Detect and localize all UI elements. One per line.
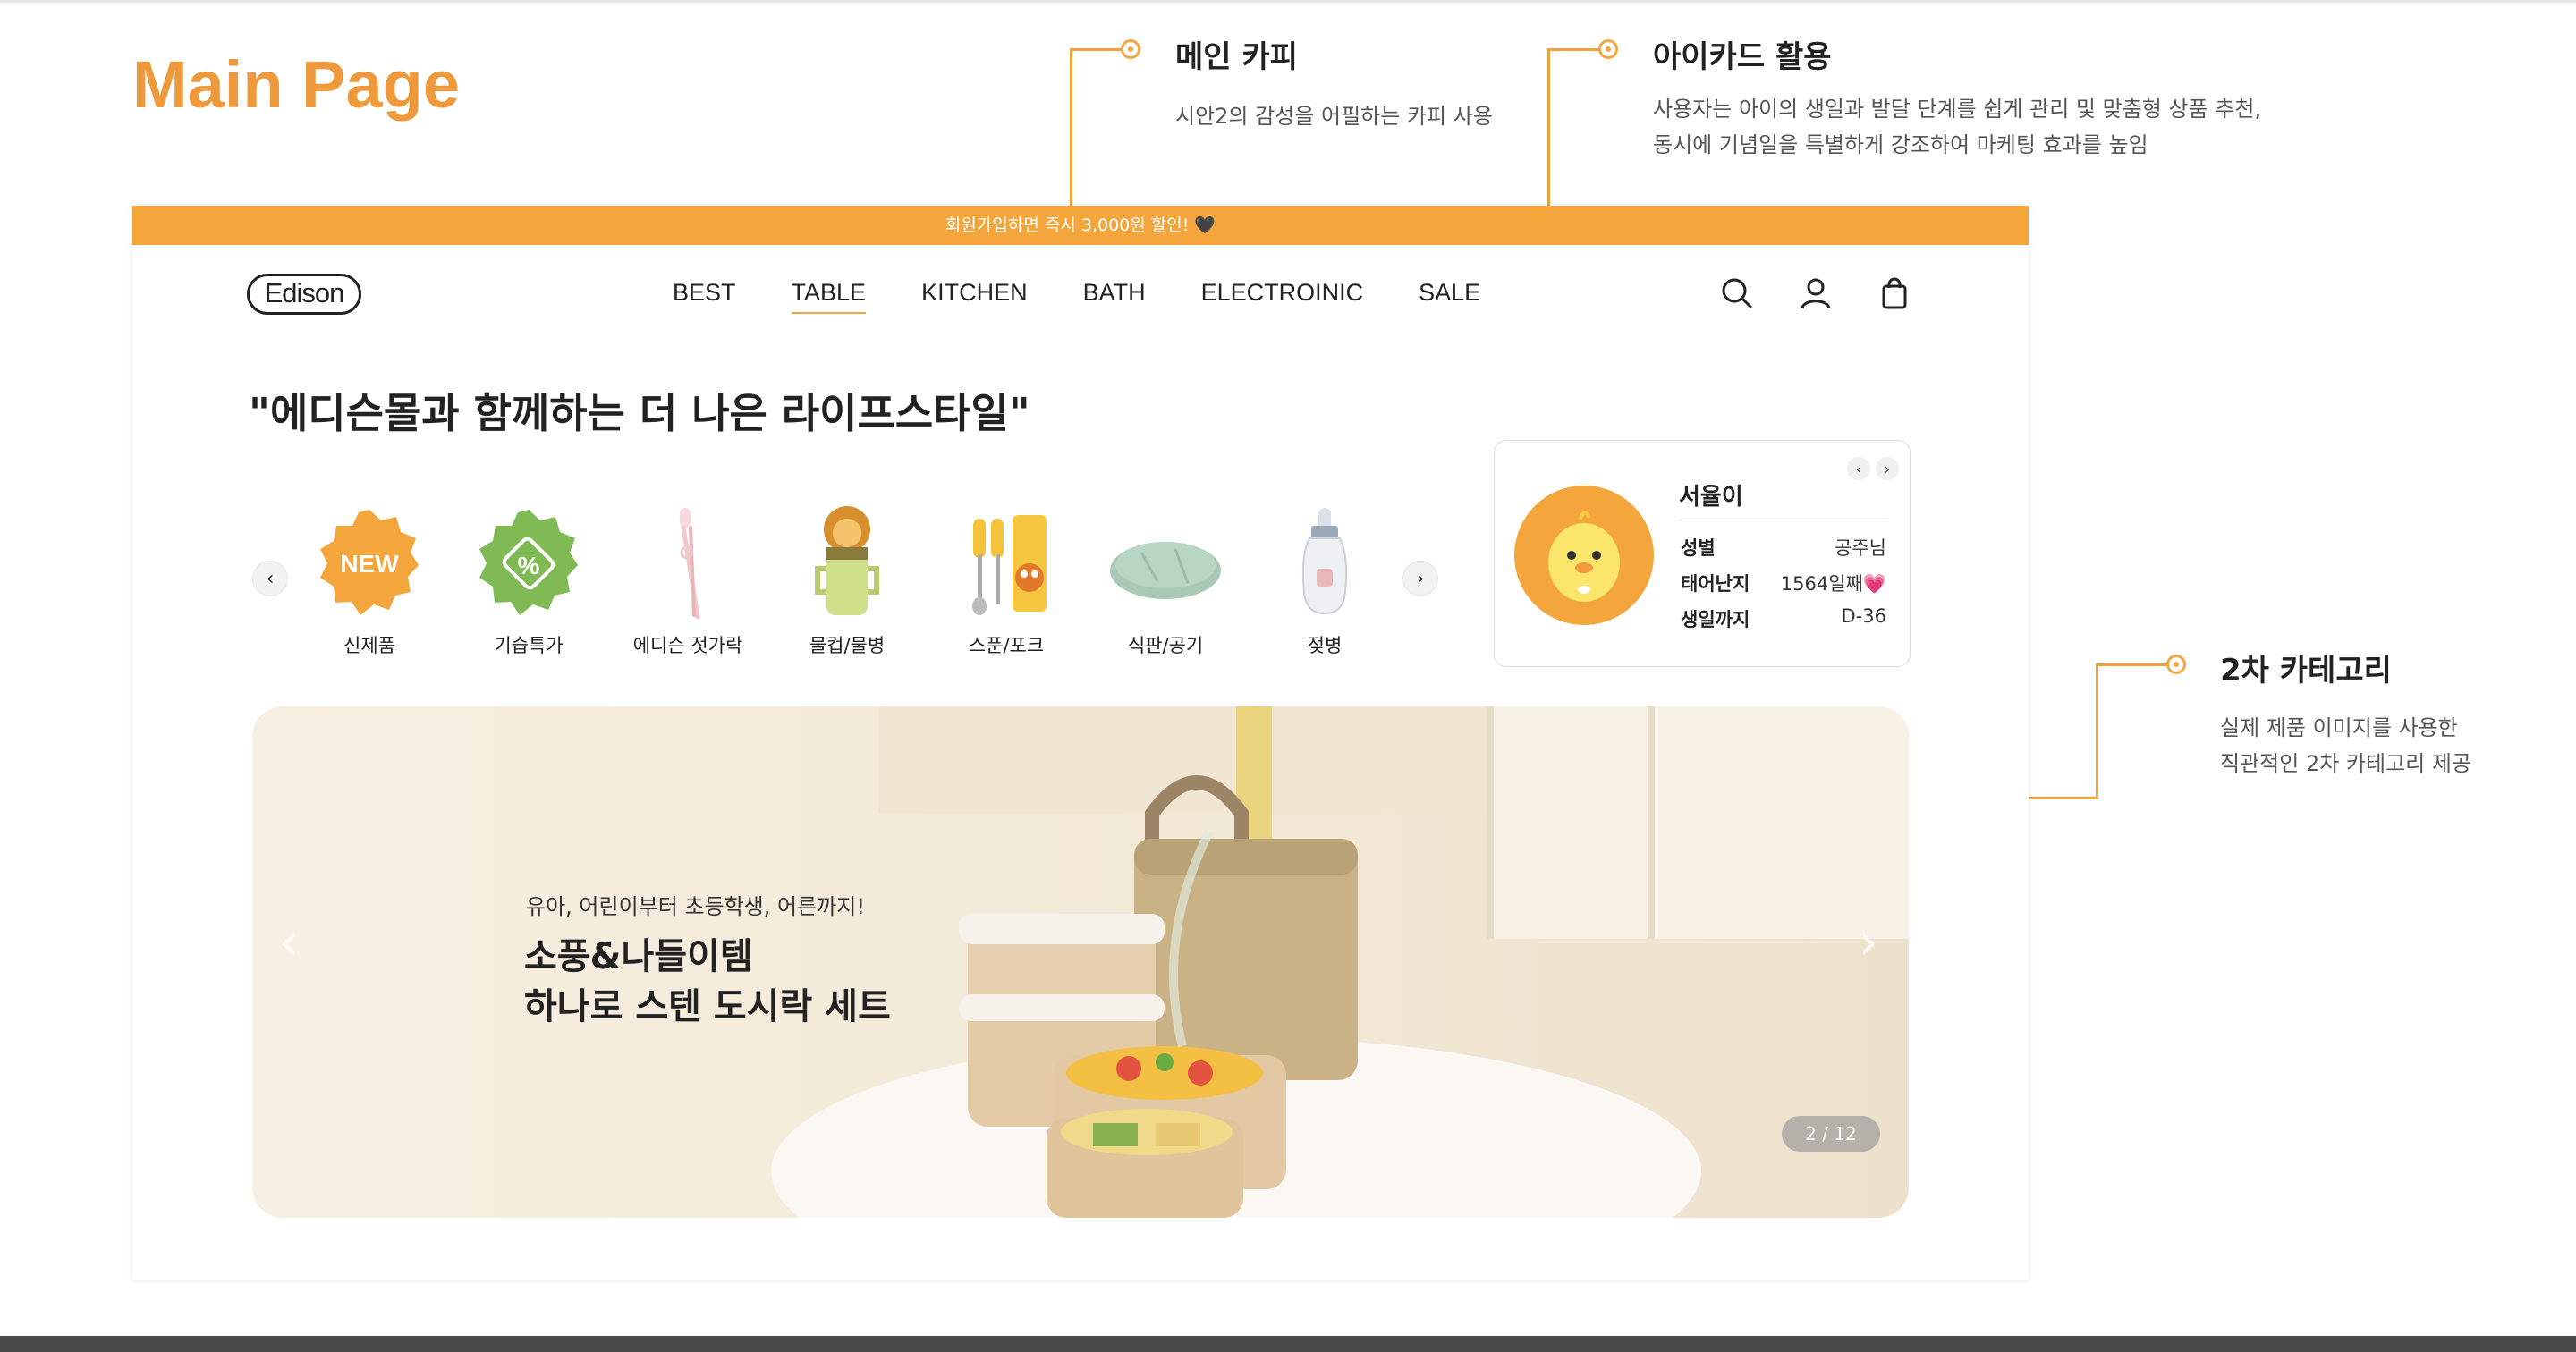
annotation-text-main-copy: 시안2의 감성을 어필하는 카피 사용 xyxy=(1175,104,1493,129)
category-label: 물컵/물병 xyxy=(809,635,886,656)
connector-line xyxy=(2096,663,2167,666)
chevron-right-icon: › xyxy=(1884,460,1891,477)
site-header: Edison BEST TABLE KITCHEN BATH ELECTROIN… xyxy=(132,245,2029,343)
avatar xyxy=(1514,486,1654,625)
annotation-text-sub-category: 실제 제품 이미지를 사용한 직관적인 2차 카테고리 제공 xyxy=(2220,710,2471,782)
sale-badge-icon: % xyxy=(479,510,578,615)
id-card-row: 태어난지 1564일째💗 xyxy=(1681,570,1886,596)
category-prev-button[interactable]: ‹ xyxy=(252,561,288,596)
annotation-text-id-card: 사용자는 아이의 생일과 발달 단계를 쉽게 관리 및 맞춤형 상품 추천, 동… xyxy=(1653,91,2261,163)
banner-title-line: 하나로 스텐 도시락 세트 xyxy=(524,986,891,1027)
category-label: 젖병 xyxy=(1307,635,1343,656)
nav-item-kitchen[interactable]: KITCHEN xyxy=(921,279,1028,314)
cup-icon xyxy=(815,506,879,615)
category-item[interactable]: 젖병 xyxy=(1258,501,1392,658)
chevron-right-icon: › xyxy=(1859,914,1878,970)
window-bottom-bar xyxy=(0,1336,2576,1352)
banner-subtitle: 유아, 어린이부터 초등학생, 어른까지! xyxy=(526,894,865,919)
connector-line xyxy=(1070,48,1122,51)
child-name: 서율이 xyxy=(1679,484,1743,511)
annotation-title-id-card: 아이카드 활용 xyxy=(1653,39,1832,75)
banner-title-line: 소풍&나들이템 xyxy=(524,936,753,977)
promo-banner[interactable]: 회원가입하면 즉시 3,000원 할인! 🖤 xyxy=(132,206,2029,245)
plate-icon xyxy=(1110,542,1221,599)
annotation-text-line: 실제 제품 이미지를 사용한 xyxy=(2220,715,2458,740)
baby-bottle-icon xyxy=(1301,508,1348,615)
connector-line xyxy=(2096,663,2098,799)
id-card-row-value: 공주님 xyxy=(1835,537,1886,559)
chevron-right-icon: › xyxy=(1416,567,1425,590)
chick-avatar-icon xyxy=(1548,511,1620,602)
annotation-text-line: 사용자는 아이의 생일과 발달 단계를 쉽게 관리 및 맞춤형 상품 추천, xyxy=(1653,97,2262,122)
id-card-row-value: D-36 xyxy=(1841,605,1886,627)
category-label: 스푼/포크 xyxy=(968,635,1045,656)
chevron-left-icon: ‹ xyxy=(279,914,299,970)
nav-item-bath[interactable]: BATH xyxy=(1083,279,1146,314)
user-icon[interactable] xyxy=(1798,275,1834,311)
chevron-left-icon: ‹ xyxy=(266,567,275,590)
nav-item-electronic[interactable]: ELECTROINIC xyxy=(1201,279,1364,314)
id-card-row-value: 1564일째💗 xyxy=(1780,573,1886,595)
annotation-dot-id-card xyxy=(1598,39,1618,59)
nav-item-sale[interactable]: SALE xyxy=(1419,279,1480,314)
category-label: 신제품 xyxy=(343,635,395,656)
category-label: 기습특가 xyxy=(494,635,564,656)
category-next-button[interactable]: › xyxy=(1402,561,1438,596)
id-card-row: 성별 공주님 xyxy=(1681,534,1886,561)
main-nav: BEST TABLE KITCHEN BATH ELECTROINIC SALE xyxy=(673,279,1536,314)
main-copy-headline: "에디슨몰과 함께하는 더 나은 라이프스타일" xyxy=(249,389,1030,437)
category-item[interactable]: 물컵/물병 xyxy=(780,501,914,658)
category-label: 식판/공기 xyxy=(1127,635,1204,656)
category-label: 에디슨 젓가락 xyxy=(632,635,743,656)
category-item[interactable]: % 기습특가 xyxy=(462,501,596,658)
new-badge-icon: NEW xyxy=(320,510,419,615)
chopsticks-icon xyxy=(680,508,700,620)
id-card-row-key: 태어난지 xyxy=(1681,573,1750,595)
category-item[interactable]: 에디슨 젓가락 xyxy=(621,501,755,658)
id-card-row-key: 생일까지 xyxy=(1681,609,1750,630)
banner-product-image xyxy=(771,706,1909,1218)
nav-item-table[interactable]: TABLE xyxy=(791,279,867,314)
shopping-bag-icon[interactable] xyxy=(1877,275,1912,311)
banner-prev-arrow[interactable]: ‹ xyxy=(279,914,299,970)
site-logo[interactable]: Edison xyxy=(247,274,361,315)
annotation-title-main-copy: 메인 카피 xyxy=(1175,39,1298,75)
category-item[interactable]: NEW 신제품 xyxy=(302,501,436,658)
annotation-text-line: 동시에 기념일을 특별하게 강조하여 마케팅 효과를 높임 xyxy=(1653,132,2148,157)
child-id-card: ‹ › 서율이 성별 공주님 태어난지 1564일째💗 생일까지 D-36 xyxy=(1494,440,1911,667)
id-card-row: 생일까지 D-36 xyxy=(1681,605,1886,632)
banner-title: 소풍&나들이템 하나로 스텐 도시락 세트 xyxy=(524,932,891,1032)
window-top-border xyxy=(0,0,2576,3)
category-badge-text: % xyxy=(518,552,540,579)
search-icon[interactable] xyxy=(1719,275,1755,311)
website-mockup: 회원가입하면 즉시 3,000원 할인! 🖤 Edison BEST TABLE… xyxy=(132,206,2029,1280)
annotation-dot-sub-category xyxy=(2166,655,2186,674)
slide-counter: 2 / 12 xyxy=(1782,1116,1880,1152)
banner-next-arrow[interactable]: › xyxy=(1859,914,1878,970)
category-item[interactable]: 스푼/포크 xyxy=(939,501,1073,658)
page-title: Main Page xyxy=(132,47,460,122)
nav-item-best[interactable]: BEST xyxy=(673,279,736,314)
hero-banner[interactable]: ‹ › 유아, 어린이부터 초등학생, 어른까지! 소풍&나들이템 하나로 스텐… xyxy=(252,706,1909,1218)
annotation-dot-main-copy xyxy=(1121,39,1140,59)
connector-line xyxy=(1547,48,1599,51)
chevron-left-icon: ‹ xyxy=(1855,460,1862,477)
spoon-fork-icon xyxy=(972,515,1046,615)
id-card-row-key: 성별 xyxy=(1681,537,1716,559)
annotation-title-sub-category: 2차 카테고리 xyxy=(2220,653,2392,689)
id-card-next-button[interactable]: › xyxy=(1876,457,1899,480)
annotation-text-line: 직관적인 2차 카테고리 제공 xyxy=(2220,751,2472,776)
id-card-prev-button[interactable]: ‹ xyxy=(1847,457,1870,480)
category-badge-text: NEW xyxy=(340,550,399,578)
category-item[interactable]: 식판/공기 xyxy=(1098,501,1233,658)
